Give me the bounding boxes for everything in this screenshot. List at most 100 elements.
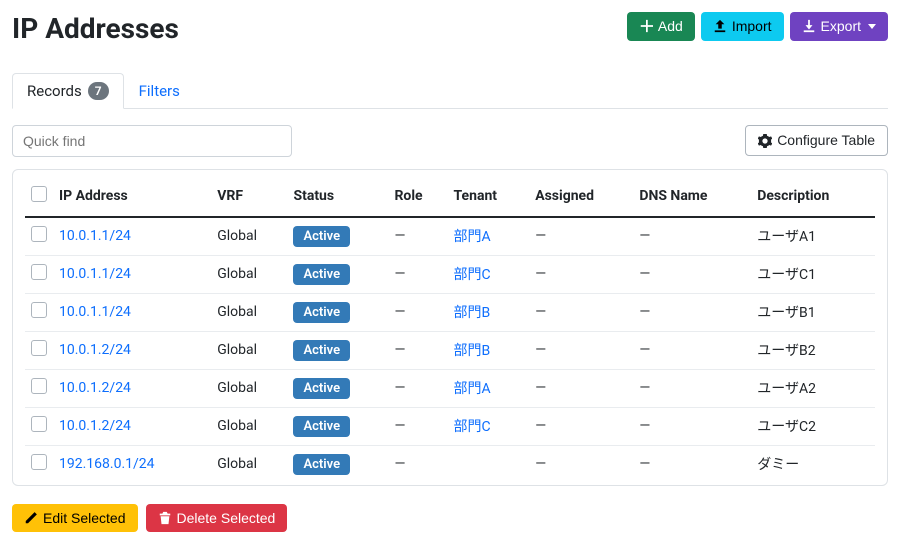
vrf-cell: Global — [211, 255, 287, 293]
dns-cell: — — [633, 293, 751, 331]
dns-cell: — — [633, 331, 751, 369]
delete-selected-button[interactable]: Delete Selected — [146, 504, 288, 533]
page-title: IP Addresses — [12, 12, 179, 46]
assigned-cell: — — [529, 369, 633, 407]
row-checkbox[interactable] — [31, 416, 47, 432]
tenant-link[interactable]: 部門B — [454, 305, 491, 321]
row-checkbox[interactable] — [31, 226, 47, 242]
tab-filters[interactable]: Filters — [124, 73, 195, 109]
vrf-cell: Global — [211, 407, 287, 445]
tenant-link[interactable]: 部門C — [454, 267, 491, 283]
assigned-cell: — — [529, 255, 633, 293]
table-row: 192.168.0.1/24GlobalActive———ダミー — [25, 445, 875, 483]
status-badge: Active — [293, 454, 350, 475]
gear-icon — [758, 134, 772, 148]
col-tenant[interactable]: Tenant — [448, 178, 530, 217]
ip-link[interactable]: 10.0.1.2/24 — [59, 380, 131, 396]
vrf-cell: Global — [211, 445, 287, 483]
description-cell: ユーザC2 — [751, 407, 875, 445]
export-button[interactable]: Export — [790, 12, 888, 41]
role-cell: — — [388, 255, 447, 293]
import-button[interactable]: Import — [701, 12, 784, 41]
vrf-cell: Global — [211, 369, 287, 407]
assigned-cell: — — [529, 217, 633, 256]
assigned-cell: — — [529, 293, 633, 331]
table-row: 10.0.1.1/24GlobalActive—部門C——ユーザC1 — [25, 255, 875, 293]
ip-link[interactable]: 10.0.1.2/24 — [59, 342, 131, 358]
tenant-cell — [448, 445, 530, 483]
col-vrf[interactable]: VRF — [211, 178, 287, 217]
ip-link[interactable]: 192.168.0.1/24 — [59, 456, 155, 472]
vrf-cell: Global — [211, 293, 287, 331]
role-cell: — — [388, 445, 447, 483]
vrf-cell: Global — [211, 217, 287, 256]
table-row: 10.0.1.2/24GlobalActive—部門C——ユーザC2 — [25, 407, 875, 445]
export-button-label: Export — [821, 18, 861, 35]
row-checkbox[interactable] — [31, 454, 47, 470]
table-row: 10.0.1.1/24GlobalActive—部門A——ユーザA1 — [25, 217, 875, 256]
tenant-link[interactable]: 部門A — [454, 229, 491, 245]
ip-link[interactable]: 10.0.1.2/24 — [59, 418, 131, 434]
row-checkbox[interactable] — [31, 378, 47, 394]
dns-cell: — — [633, 255, 751, 293]
import-button-label: Import — [732, 18, 772, 35]
add-button-label: Add — [658, 18, 683, 35]
trash-icon — [158, 511, 172, 525]
role-cell: — — [388, 217, 447, 256]
dns-cell: — — [633, 407, 751, 445]
col-status[interactable]: Status — [287, 178, 388, 217]
ip-table: IP Address VRF Status Role Tenant Assign… — [25, 178, 875, 483]
select-all-checkbox[interactable] — [31, 186, 47, 202]
table-card: IP Address VRF Status Role Tenant Assign… — [12, 169, 888, 486]
tenant-link[interactable]: 部門C — [454, 419, 491, 435]
plus-icon — [639, 19, 653, 33]
description-cell: ユーザC1 — [751, 255, 875, 293]
description-cell: ユーザA2 — [751, 369, 875, 407]
status-badge: Active — [293, 340, 350, 361]
configure-table-label: Configure Table — [777, 132, 875, 149]
tab-filters-label: Filters — [139, 82, 180, 100]
tenant-link[interactable]: 部門B — [454, 343, 491, 359]
ip-link[interactable]: 10.0.1.1/24 — [59, 266, 131, 282]
delete-selected-label: Delete Selected — [177, 510, 276, 527]
col-description[interactable]: Description — [751, 178, 875, 217]
assigned-cell: — — [529, 331, 633, 369]
edit-selected-label: Edit Selected — [43, 510, 126, 527]
status-badge: Active — [293, 416, 350, 437]
assigned-cell: — — [529, 407, 633, 445]
row-checkbox[interactable] — [31, 340, 47, 356]
description-cell: ダミー — [751, 445, 875, 483]
upload-icon — [713, 19, 727, 33]
col-dns[interactable]: DNS Name — [633, 178, 751, 217]
dns-cell: — — [633, 217, 751, 256]
role-cell: — — [388, 407, 447, 445]
ip-link[interactable]: 10.0.1.1/24 — [59, 228, 131, 244]
col-ip[interactable]: IP Address — [53, 178, 211, 217]
role-cell: — — [388, 331, 447, 369]
bulk-actions: Edit Selected Delete Selected — [12, 504, 888, 533]
configure-table-button[interactable]: Configure Table — [745, 125, 888, 156]
header-actions: Add Import Export — [627, 12, 888, 41]
records-count-badge: 7 — [88, 82, 109, 100]
role-cell: — — [388, 293, 447, 331]
col-role[interactable]: Role — [388, 178, 447, 217]
add-button[interactable]: Add — [627, 12, 695, 41]
ip-link[interactable]: 10.0.1.1/24 — [59, 304, 131, 320]
dns-cell: — — [633, 369, 751, 407]
quick-find-input[interactable] — [12, 125, 292, 157]
table-row: 10.0.1.2/24GlobalActive—部門A——ユーザA2 — [25, 369, 875, 407]
pencil-icon — [24, 511, 38, 525]
table-row: 10.0.1.2/24GlobalActive—部門B——ユーザB2 — [25, 331, 875, 369]
assigned-cell: — — [529, 445, 633, 483]
tenant-link[interactable]: 部門A — [454, 381, 491, 397]
col-assigned[interactable]: Assigned — [529, 178, 633, 217]
description-cell: ユーザB2 — [751, 331, 875, 369]
status-badge: Active — [293, 378, 350, 399]
status-badge: Active — [293, 264, 350, 285]
vrf-cell: Global — [211, 331, 287, 369]
row-checkbox[interactable] — [31, 264, 47, 280]
tab-records[interactable]: Records 7 — [12, 73, 124, 109]
edit-selected-button[interactable]: Edit Selected — [12, 504, 138, 533]
row-checkbox[interactable] — [31, 302, 47, 318]
status-badge: Active — [293, 302, 350, 323]
